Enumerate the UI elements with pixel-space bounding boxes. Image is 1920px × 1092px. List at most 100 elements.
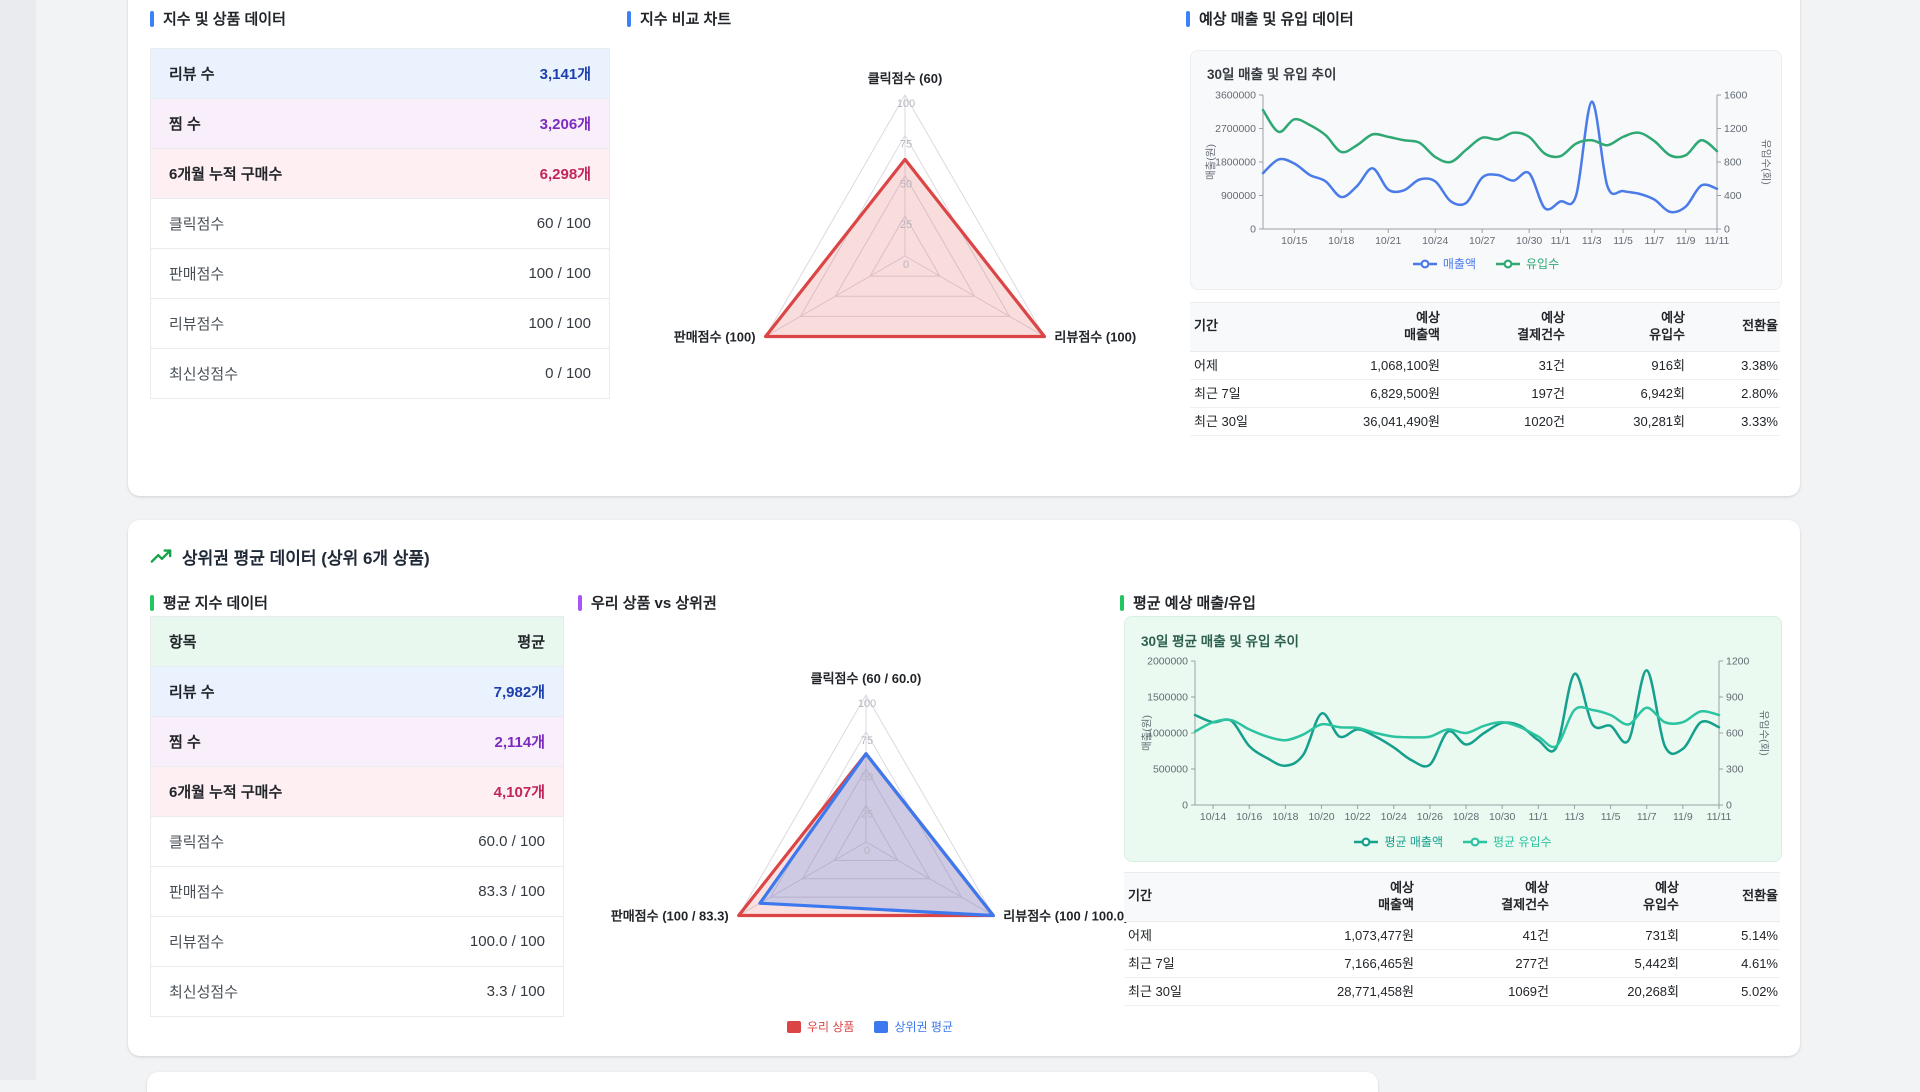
table-cell: 7,166,465원 <box>1259 950 1424 977</box>
legend-swatch-icon <box>1463 837 1487 847</box>
svg-text:10/27: 10/27 <box>1469 235 1495 247</box>
row-label: 항목 <box>169 631 197 652</box>
svg-text:클릭점수 (60): 클릭점수 (60) <box>868 71 943 86</box>
legend-item[interactable]: 유입수 <box>1496 255 1559 272</box>
svg-text:판매점수 (100): 판매점수 (100) <box>674 330 756 345</box>
row-label: 리뷰 수 <box>169 63 215 84</box>
svg-text:3600000: 3600000 <box>1215 90 1256 102</box>
table-cell: 28,771,458원 <box>1259 978 1424 1005</box>
svg-text:1200: 1200 <box>1726 656 1750 668</box>
table-row: 리뷰 수7,982개 <box>151 667 563 717</box>
table-row: 판매점수 100 / 100 <box>151 249 609 299</box>
legend-label: 평균 유입수 <box>1493 833 1552 850</box>
svg-text:900000: 900000 <box>1221 190 1256 202</box>
chart-title: 30일 매출 및 유입 추이 <box>1207 63 1336 83</box>
revenue-trend-chart: 0900000180000027000003600000040080012001… <box>1201 89 1771 253</box>
table-header-row: 기간예상매출액예상결제건수예상유입수전환율 <box>1124 872 1780 922</box>
column-header: 예상유입수 <box>1575 303 1695 351</box>
table-cell: 197건 <box>1450 380 1575 407</box>
legend-item[interactable]: 평균 유입수 <box>1463 833 1552 850</box>
legend-swatch-icon <box>1354 837 1378 847</box>
next-card-peek <box>147 1072 1378 1092</box>
row-value: 100 / 100 <box>528 265 591 282</box>
svg-text:0: 0 <box>1724 224 1730 236</box>
table-row: 클릭점수60 / 100 <box>151 199 609 249</box>
svg-text:2000000: 2000000 <box>1147 656 1188 668</box>
row-label: 리뷰 수 <box>169 681 215 702</box>
legend-label: 우리 상품 <box>807 1018 855 1035</box>
svg-text:유입수(회): 유입수(회) <box>1760 139 1771 185</box>
accent-bar-icon <box>150 595 154 611</box>
table-row: 최근 7일7,166,465원277건5,442회4.61% <box>1124 950 1780 978</box>
table-row: 리뷰점수100.0 / 100 <box>151 917 563 967</box>
legend-item[interactable]: 평균 매출액 <box>1354 833 1443 850</box>
svg-text:1500000: 1500000 <box>1147 692 1188 704</box>
svg-text:25: 25 <box>900 219 912 231</box>
table-row: 최근 30일28,771,458원1069건20,268회5.02% <box>1124 978 1780 1006</box>
column-header: 예상매출액 <box>1259 873 1424 921</box>
svg-text:11/5: 11/5 <box>1601 811 1621 823</box>
row-label: 최신성점수 <box>169 981 238 1002</box>
avg-revenue-trend-panel: 30일 평균 매출 및 유입 추이 0500000100000015000002… <box>1124 616 1782 862</box>
radar-legend: 우리 상품 상위권 평균 <box>570 1018 1170 1035</box>
section-title-radar-compare: 지수 비교 차트 <box>627 8 731 29</box>
row-label: 6개월 누적 구매수 <box>169 163 282 184</box>
svg-text:0: 0 <box>864 845 870 857</box>
svg-text:11/5: 11/5 <box>1613 235 1633 247</box>
svg-text:리뷰점수 (100): 리뷰점수 (100) <box>1054 330 1136 345</box>
accent-bar-icon <box>150 11 154 27</box>
row-value: 4,107개 <box>494 781 545 802</box>
legend-item[interactable]: 매출액 <box>1413 255 1476 272</box>
chart-legend: 평균 매출액 평균 유입수 <box>1125 833 1781 850</box>
row-value: 0 / 100 <box>545 365 591 382</box>
table-row: 어제1,068,100원31건916회3.38% <box>1190 352 1780 380</box>
chart-title: 30일 평균 매출 및 유입 추이 <box>1141 630 1299 650</box>
legend-item[interactable]: 우리 상품 <box>787 1018 855 1035</box>
legend-label: 상위권 평균 <box>894 1018 953 1035</box>
legend-item[interactable]: 상위권 평균 <box>874 1018 953 1035</box>
table-row: 리뷰 수3,141개 <box>151 49 609 99</box>
table-cell: 4.61% <box>1689 950 1780 977</box>
accent-bar-icon <box>627 11 631 27</box>
svg-text:11/1: 11/1 <box>1551 235 1571 247</box>
section-title-expected-revenue: 예상 매출 및 유입 데이터 <box>1186 8 1354 29</box>
svg-text:75: 75 <box>900 138 912 150</box>
svg-text:11/7: 11/7 <box>1645 235 1665 247</box>
row-label: 6개월 누적 구매수 <box>169 781 282 802</box>
avg-index-table: 항목평균리뷰 수7,982개찜 수2,114개6개월 누적 구매수4,107개클… <box>150 616 564 1017</box>
svg-text:10/20: 10/20 <box>1308 811 1334 823</box>
svg-text:1200: 1200 <box>1724 123 1748 135</box>
svg-text:10/18: 10/18 <box>1272 811 1298 823</box>
table-row: 최근 7일6,829,500원197건6,942회2.80% <box>1190 380 1780 408</box>
table-cell: 최근 30일 <box>1190 408 1305 435</box>
section-title-label: 평균 지수 데이터 <box>163 592 268 613</box>
table-row: 어제1,073,477원41건731회5.14% <box>1124 922 1780 950</box>
card-header-label: 상위권 평균 데이터 (상위 6개 상품) <box>182 544 430 569</box>
svg-text:10/24: 10/24 <box>1422 235 1448 247</box>
section-title-avg-index: 평균 지수 데이터 <box>150 592 268 613</box>
row-value: 2,114개 <box>494 731 545 752</box>
row-label: 판매점수 <box>169 263 224 284</box>
table-cell: 6,829,500원 <box>1305 380 1450 407</box>
svg-text:10/21: 10/21 <box>1375 235 1401 247</box>
svg-text:0: 0 <box>1726 800 1732 812</box>
row-label: 클릭점수 <box>169 831 224 852</box>
column-header: 예상유입수 <box>1559 873 1689 921</box>
svg-text:10/24: 10/24 <box>1381 811 1407 823</box>
svg-text:50: 50 <box>900 179 912 191</box>
table-row: 항목평균 <box>151 617 563 667</box>
column-header: 전환율 <box>1689 881 1780 912</box>
table-cell: 30,281회 <box>1575 408 1695 435</box>
svg-text:1800000: 1800000 <box>1215 157 1256 169</box>
table-cell: 3.38% <box>1695 352 1780 379</box>
column-header: 예상결제건수 <box>1424 873 1559 921</box>
svg-text:11/3: 11/3 <box>1582 235 1602 247</box>
table-row: 최신성점수0 / 100 <box>151 349 609 398</box>
table-cell: 2.80% <box>1695 380 1780 407</box>
row-label: 판매점수 <box>169 881 224 902</box>
table-cell: 최근 30일 <box>1124 978 1259 1005</box>
svg-text:1600: 1600 <box>1724 90 1748 102</box>
table-cell: 20,268회 <box>1559 978 1689 1005</box>
svg-text:유입수(회): 유입수(회) <box>1758 710 1769 756</box>
legend-swatch-icon <box>874 1021 888 1033</box>
